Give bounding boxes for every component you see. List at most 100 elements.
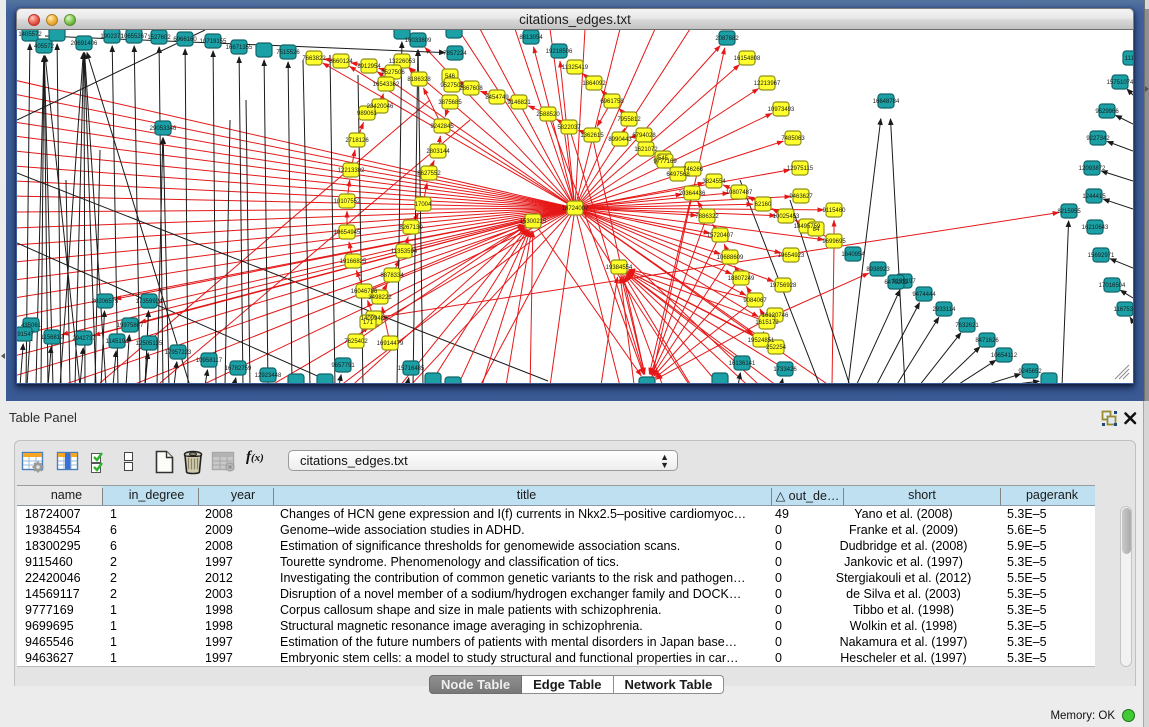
svg-text:9657791: 9657791 — [331, 363, 355, 369]
svg-text:17004: 17004 — [415, 202, 432, 208]
svg-text:12213967: 12213967 — [754, 81, 781, 87]
svg-text:15692971: 15692971 — [1088, 253, 1115, 259]
svg-text:6961758: 6961758 — [600, 99, 624, 105]
svg-text:19218506: 19218506 — [546, 49, 573, 55]
svg-text:8454749: 8454749 — [485, 95, 509, 101]
svg-text:9777169: 9777169 — [653, 159, 677, 165]
svg-text:9527506: 9527506 — [381, 70, 405, 76]
svg-text:17016504: 17016504 — [1099, 283, 1126, 289]
svg-text:19975867: 19975867 — [117, 323, 144, 329]
svg-text:6966160: 6966160 — [173, 37, 197, 43]
svg-text:17957223: 17957223 — [165, 350, 192, 356]
svg-text:12923448: 12923448 — [255, 373, 282, 379]
svg-text:15300215: 15300215 — [520, 219, 547, 225]
svg-text:12975115: 12975115 — [787, 166, 814, 172]
svg-text:2087682: 2087682 — [715, 36, 739, 42]
svg-text:391547: 391547 — [17, 332, 35, 338]
svg-text:1167533: 1167533 — [1114, 307, 1133, 313]
svg-text:9227342: 9227342 — [1086, 136, 1110, 142]
svg-text:1640954: 1640954 — [841, 252, 865, 258]
svg-text:16154808: 16154808 — [734, 56, 761, 62]
svg-text:252254: 252254 — [766, 345, 787, 351]
svg-text:7625402: 7625402 — [344, 339, 368, 345]
svg-text:1621072: 1621072 — [634, 147, 658, 153]
svg-text:405572: 405572 — [34, 44, 55, 50]
svg-text:12213382: 12213382 — [338, 168, 365, 174]
svg-text:1527602: 1527602 — [147, 35, 171, 41]
svg-text:8471626: 8471626 — [975, 338, 999, 344]
svg-text:8878334: 8878334 — [380, 273, 404, 279]
svg-text:12505135: 12505135 — [136, 341, 163, 347]
svg-text:20691406: 20691406 — [71, 41, 98, 47]
svg-text:3875685: 3875685 — [438, 100, 462, 106]
svg-text:16782759: 16782759 — [225, 366, 252, 372]
svg-text:989061: 989061 — [357, 111, 378, 117]
svg-text:8990443: 8990443 — [608, 137, 632, 143]
svg-text:9084067: 9084067 — [743, 298, 767, 304]
svg-text:2803144: 2803144 — [426, 149, 450, 155]
svg-text:10107552: 10107552 — [334, 199, 361, 205]
svg-text:11325419: 11325419 — [562, 65, 589, 71]
svg-text:2933114: 2933114 — [933, 307, 957, 313]
svg-text:1362615: 1362615 — [580, 133, 604, 139]
svg-text:7632621: 7632621 — [955, 323, 979, 329]
svg-text:8215955: 8215955 — [1057, 209, 1081, 215]
svg-text:7485063: 7485063 — [781, 136, 805, 142]
svg-text:16210643: 16210643 — [1082, 225, 1109, 231]
svg-text:1244415: 1244415 — [1082, 194, 1106, 200]
svg-text:10807487: 10807487 — [726, 190, 753, 196]
svg-text:15716485: 15716485 — [398, 366, 425, 372]
svg-text:15720407: 15720407 — [707, 233, 734, 239]
svg-text:2942737: 2942737 — [72, 336, 96, 342]
svg-text:8186328: 8186328 — [407, 77, 431, 83]
svg-text:16033809: 16033809 — [405, 38, 432, 44]
svg-text:10973493: 10973493 — [768, 107, 795, 113]
svg-text:1156819: 1156819 — [41, 335, 65, 341]
svg-text:19654945: 19654945 — [334, 230, 361, 236]
svg-text:171: 171 — [363, 320, 374, 326]
svg-text:10688609: 10688609 — [717, 255, 744, 261]
svg-text:16914479: 16914479 — [377, 341, 404, 347]
svg-text:15751074: 15751074 — [1107, 80, 1133, 86]
svg-text:17359924: 17359924 — [136, 299, 163, 305]
svg-text:19166825: 19166825 — [340, 259, 367, 265]
svg-text:546: 546 — [445, 74, 456, 80]
svg-text:1733426: 1733426 — [773, 367, 797, 373]
svg-text:8267130: 8267130 — [399, 225, 423, 231]
svg-text:1615172: 1615172 — [755, 320, 779, 326]
svg-text:10655267: 10655267 — [121, 34, 148, 40]
svg-text:2718126: 2718126 — [345, 138, 369, 144]
svg-text:746266: 746266 — [683, 167, 704, 173]
svg-text:1112: 1112 — [1125, 56, 1133, 62]
svg-text:19524851: 19524851 — [748, 338, 775, 344]
svg-text:8938923: 8938923 — [866, 267, 890, 273]
svg-text:1405572: 1405572 — [18, 32, 42, 38]
svg-text:18724007: 18724007 — [562, 206, 589, 212]
svg-text:13226053: 13226053 — [389, 59, 416, 65]
svg-text:29053346: 29053346 — [150, 126, 177, 132]
svg-text:1145194: 1145194 — [106, 339, 130, 345]
svg-text:9245652: 9245652 — [1018, 369, 1042, 375]
svg-text:10958117: 10958117 — [196, 358, 223, 364]
svg-text:19384554: 19384554 — [606, 265, 633, 271]
svg-text:8813054: 8813054 — [519, 35, 543, 41]
svg-text:12093872: 12093872 — [1079, 166, 1106, 172]
svg-text:8627552: 8627552 — [417, 171, 441, 177]
svg-text:8660124: 8660124 — [329, 59, 353, 65]
svg-text:2588520: 2588520 — [536, 112, 560, 118]
svg-text:9115460: 9115460 — [823, 208, 847, 214]
svg-text:9242845: 9242845 — [430, 124, 454, 130]
svg-text:9699695: 9699695 — [822, 239, 846, 245]
svg-text:9463627: 9463627 — [789, 194, 813, 200]
svg-text:7857224: 7857224 — [443, 51, 467, 57]
svg-text:6476202: 6476202 — [884, 280, 908, 286]
svg-text:20364436: 20364436 — [679, 191, 706, 197]
svg-text:20206575: 20206575 — [92, 299, 119, 305]
svg-text:8912954: 8912954 — [357, 64, 381, 70]
svg-text:19756928: 19756928 — [770, 283, 797, 289]
svg-text:9474444: 9474444 — [912, 292, 936, 298]
svg-text:1864092: 1864092 — [582, 81, 606, 87]
svg-text:6794028: 6794028 — [632, 133, 656, 139]
svg-text:16671355: 16671355 — [226, 45, 253, 51]
svg-text:7663822: 7663822 — [302, 56, 326, 62]
